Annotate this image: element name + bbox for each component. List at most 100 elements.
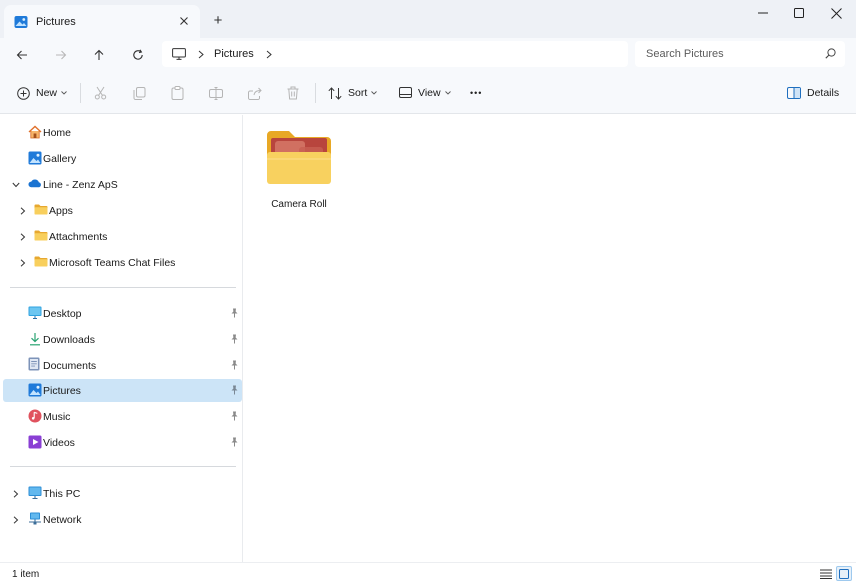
sidebar-item-label: Home xyxy=(43,127,72,139)
pin-icon[interactable] xyxy=(230,360,239,370)
folder-tile-camera-roll[interactable]: Camera Roll xyxy=(262,129,336,217)
pictures-icon xyxy=(14,15,28,29)
large-icons-view-button[interactable] xyxy=(836,566,852,581)
chevron-right-icon[interactable] xyxy=(11,515,21,525)
more-options-button[interactable]: ••• xyxy=(470,81,482,105)
new-tab-button[interactable]: + xyxy=(209,11,227,29)
maximize-button[interactable] xyxy=(780,3,818,23)
address-bar[interactable]: Pictures xyxy=(162,41,628,67)
pin-icon[interactable] xyxy=(230,437,239,447)
status-bar: 1 item xyxy=(0,562,856,584)
title-bar: Pictures + xyxy=(0,0,856,38)
refresh-button[interactable] xyxy=(125,42,151,68)
sidebar-item-network[interactable]: Network xyxy=(3,508,242,531)
pin-icon[interactable] xyxy=(230,385,239,395)
chevron-right-icon[interactable] xyxy=(266,50,272,59)
sidebar-item-pictures[interactable]: Pictures xyxy=(3,379,242,402)
sidebar-item-documents[interactable]: Documents xyxy=(3,354,242,377)
new-button[interactable]: New xyxy=(17,81,67,105)
arrow-right-icon xyxy=(56,50,67,60)
details-pane-icon xyxy=(787,87,801,99)
breadcrumb-pictures[interactable]: Pictures xyxy=(214,48,254,60)
paste-button[interactable] xyxy=(171,81,184,105)
view-button[interactable]: View xyxy=(399,81,451,105)
search-box[interactable] xyxy=(635,41,845,67)
trash-icon xyxy=(287,86,299,100)
sidebar-item-label: Pictures xyxy=(43,385,81,397)
back-button[interactable] xyxy=(9,42,35,68)
sidebar-item-label: Line - Zenz ApS xyxy=(43,179,118,191)
pictures-icon xyxy=(28,383,42,397)
sidebar-divider xyxy=(10,466,236,467)
chevron-right-icon[interactable] xyxy=(18,232,28,242)
sort-label: Sort xyxy=(348,87,368,99)
network-icon xyxy=(28,512,42,526)
clipboard-icon xyxy=(171,86,184,100)
videos-icon xyxy=(28,435,42,449)
pin-icon[interactable] xyxy=(230,334,239,344)
sidebar-item-teams-chat-files[interactable]: Microsoft Teams Chat Files xyxy=(3,251,242,274)
sidebar-item-home[interactable]: Home xyxy=(3,121,242,144)
onedrive-icon xyxy=(28,178,42,192)
gallery-icon xyxy=(28,151,42,165)
sidebar-item-onedrive[interactable]: Line - Zenz ApS xyxy=(3,173,242,196)
search-input[interactable] xyxy=(646,48,816,60)
add-circle-icon xyxy=(17,86,30,100)
chevron-right-icon[interactable] xyxy=(18,206,28,216)
chevron-down-icon[interactable] xyxy=(11,180,21,190)
sidebar-item-label: Gallery xyxy=(43,153,77,165)
sidebar-item-label: Videos xyxy=(43,437,75,449)
pin-icon[interactable] xyxy=(230,308,239,318)
rename-button[interactable] xyxy=(209,81,223,105)
chevron-right-icon[interactable] xyxy=(198,50,204,59)
details-view-button[interactable] xyxy=(818,566,834,581)
forward-button[interactable] xyxy=(48,42,74,68)
delete-button[interactable] xyxy=(287,81,299,105)
minimize-icon xyxy=(758,12,768,14)
this-pc-icon xyxy=(28,486,42,500)
sidebar-item-music[interactable]: Music xyxy=(3,405,242,428)
pin-icon[interactable] xyxy=(230,411,239,421)
sidebar-item-gallery[interactable]: Gallery xyxy=(3,147,242,170)
maximize-icon xyxy=(794,8,804,18)
more-icon: ••• xyxy=(470,88,483,98)
sort-icon xyxy=(328,86,342,100)
folder-thumbnail xyxy=(265,129,333,187)
view-label: View xyxy=(418,87,441,99)
chevron-down-icon xyxy=(61,91,67,95)
chevron-right-icon[interactable] xyxy=(11,489,21,499)
view-icon xyxy=(399,87,412,98)
toolbar-divider xyxy=(315,83,316,103)
cut-button[interactable] xyxy=(94,81,107,105)
music-icon xyxy=(28,409,42,423)
sidebar-item-desktop[interactable]: Desktop xyxy=(3,302,242,325)
folder-icon xyxy=(34,256,48,270)
sidebar-item-attachments[interactable]: Attachments xyxy=(3,225,242,248)
close-window-button[interactable] xyxy=(817,3,855,23)
sidebar-item-label: Apps xyxy=(49,205,73,217)
documents-icon xyxy=(28,357,42,371)
copy-button[interactable] xyxy=(133,81,146,105)
share-button[interactable] xyxy=(248,81,262,105)
chevron-right-icon[interactable] xyxy=(18,258,28,268)
sidebar-item-label: Microsoft Teams Chat Files xyxy=(49,257,176,269)
sidebar-item-apps[interactable]: Apps xyxy=(3,199,242,222)
home-icon xyxy=(28,125,42,139)
sidebar-item-this-pc[interactable]: This PC xyxy=(3,482,242,505)
toolbar-divider xyxy=(80,83,81,103)
close-tab-icon[interactable] xyxy=(177,14,191,28)
sidebar-item-downloads[interactable]: Downloads xyxy=(3,328,242,351)
sidebar-item-label: Documents xyxy=(43,360,97,372)
sidebar-item-label: Attachments xyxy=(49,231,108,243)
scissors-icon xyxy=(94,86,107,100)
minimize-button[interactable] xyxy=(744,3,782,23)
details-button[interactable]: Details xyxy=(787,81,839,105)
sidebar-item-videos[interactable]: Videos xyxy=(3,431,242,454)
refresh-icon xyxy=(133,49,143,60)
tab-title: Pictures xyxy=(36,15,76,28)
command-bar: New Sort View ••• Details xyxy=(0,71,856,114)
navigation-bar: Pictures xyxy=(0,38,856,71)
up-button[interactable] xyxy=(86,42,112,68)
sort-button[interactable]: Sort xyxy=(328,81,378,105)
tab-pictures[interactable]: Pictures xyxy=(4,5,200,38)
